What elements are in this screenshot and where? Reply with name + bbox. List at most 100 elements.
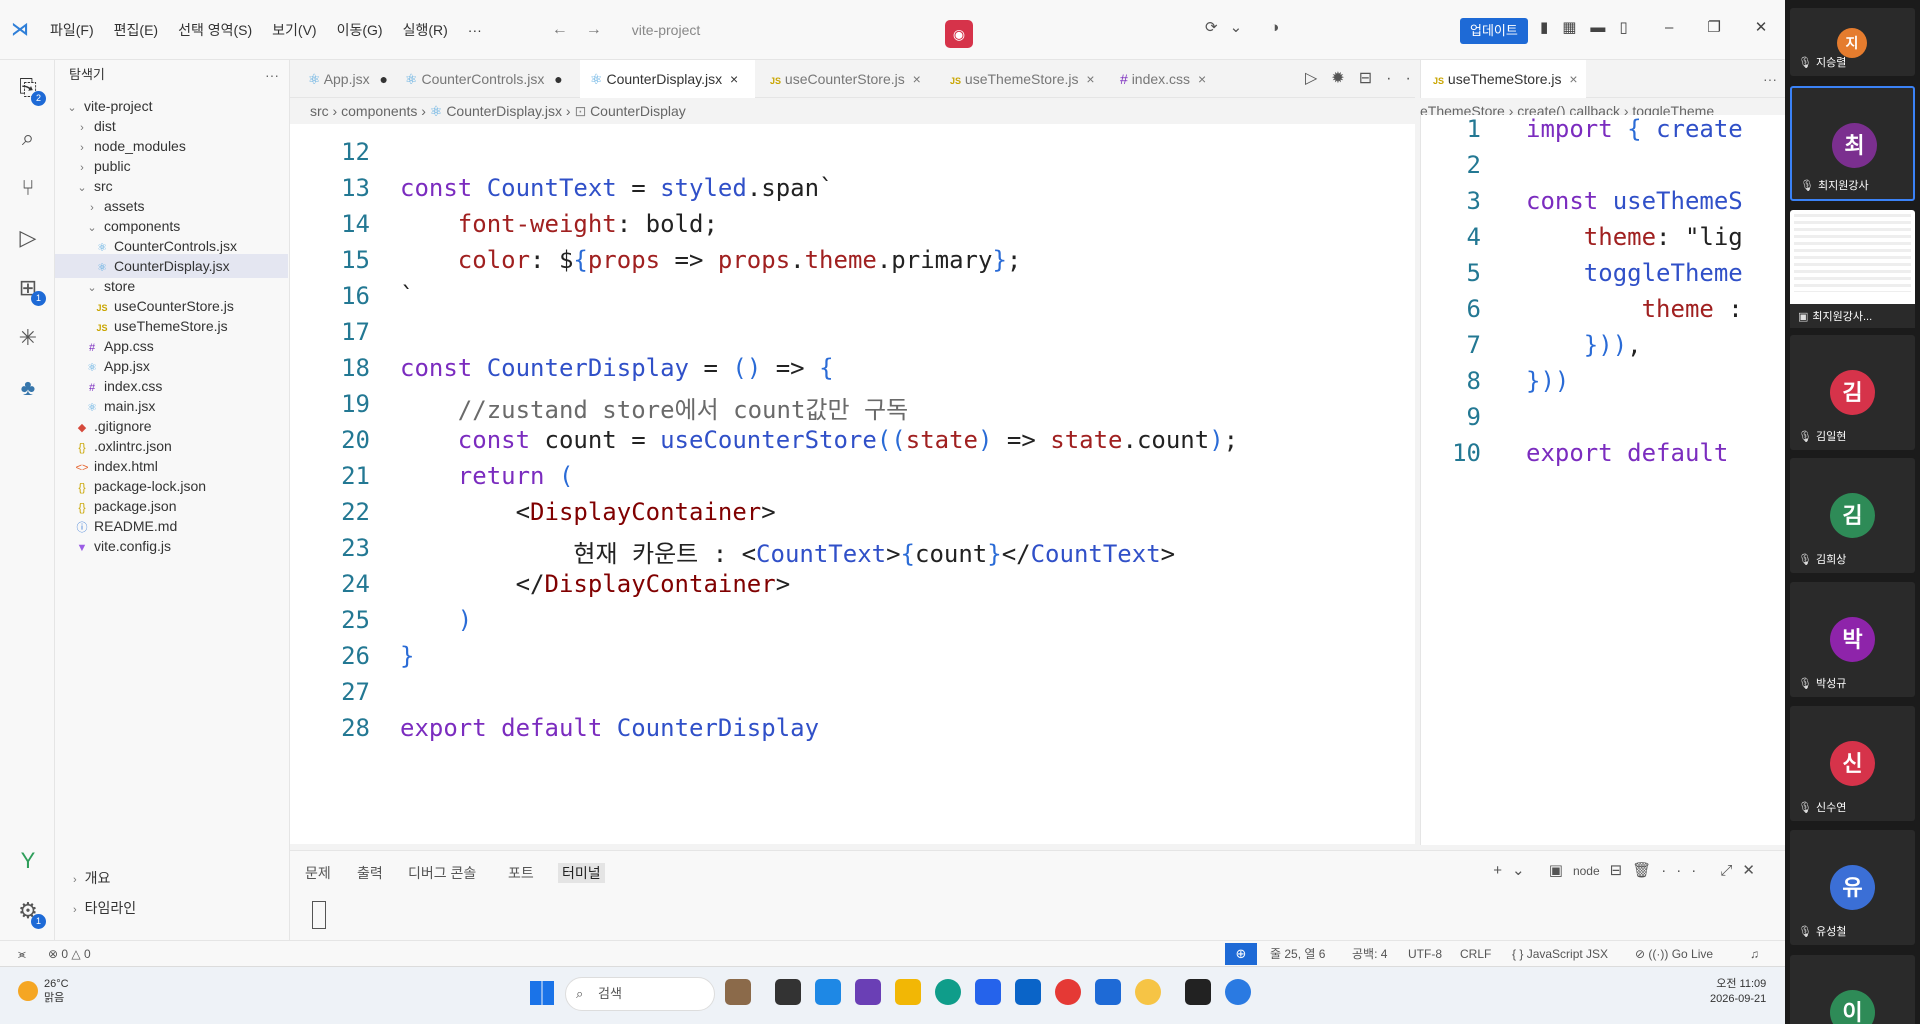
panel-tab-output[interactable]: 출력: [357, 863, 383, 883]
menu-run[interactable]: 실행(R): [393, 20, 458, 40]
code-line[interactable]: </DisplayContainer>: [400, 570, 791, 598]
tree-item[interactable]: ▼ vite.config.js: [55, 534, 288, 558]
taskbar-notion-icon[interactable]: [1185, 979, 1211, 1005]
breadcrumb-file[interactable]: CounterDisplay.jsx: [446, 103, 562, 119]
indentation[interactable]: 공백: 4: [1352, 941, 1387, 967]
participant-tile[interactable]: 신 🎙 신수연: [1790, 706, 1915, 821]
source-control-icon[interactable]: ⑂: [12, 172, 44, 204]
cursor-position[interactable]: 줄 25, 열 6: [1270, 941, 1325, 967]
code-line[interactable]: })): [1526, 367, 1569, 395]
code-line[interactable]: //zustand store에서 count값만 구독: [400, 390, 908, 425]
participant-tile[interactable]: 지 🎙 지승렬: [1790, 8, 1915, 76]
code-line[interactable]: ): [400, 606, 472, 634]
code-line[interactable]: toggleTheme: [1526, 259, 1743, 287]
participant-tile[interactable]: 최 🎙 최지원강사: [1790, 86, 1915, 201]
line-ending[interactable]: CRLF: [1460, 941, 1491, 967]
taskbar-search[interactable]: ⌕ 검색: [565, 977, 715, 1011]
taskbar-edge-icon[interactable]: [935, 979, 961, 1005]
participant-tile[interactable]: 유 🎙 유성철: [1790, 830, 1915, 945]
go-live[interactable]: ⊘ ((·)) Go Live: [1635, 941, 1713, 967]
menu-file[interactable]: 파일(F): [40, 20, 104, 40]
code-line[interactable]: color: ${props => props.theme.primary};: [400, 246, 1022, 274]
remote-icon[interactable]: ⪤: [18, 941, 26, 967]
menu-view[interactable]: 보기(V): [262, 20, 326, 40]
code-line[interactable]: font-weight: bold;: [400, 210, 718, 238]
participant-tile[interactable]: 김 🎙 김희상: [1790, 458, 1915, 573]
language-mode[interactable]: { } JavaScript JSX: [1512, 941, 1608, 967]
run-debug-icon[interactable]: ▷: [12, 222, 44, 254]
code-line[interactable]: theme: "lig: [1526, 223, 1743, 251]
taskbar-app-pin-icon[interactable]: [1225, 979, 1251, 1005]
code-line[interactable]: return (: [400, 462, 574, 490]
taskbar-chrome-icon[interactable]: [1055, 979, 1081, 1005]
taskbar-outlook-icon[interactable]: [1015, 979, 1041, 1005]
code-line[interactable]: const count = useCounterStore((state) =>…: [400, 426, 1238, 454]
code-line[interactable]: const CounterDisplay = () => {: [400, 354, 834, 382]
explorer-more-button[interactable]: ···: [265, 60, 279, 90]
panel-actions[interactable]: +⌄ ▣node ⊟🗑··· ⤢✕: [1493, 861, 1765, 879]
tab-right-usethemestore[interactable]: JS useThemeStore.js ×: [1421, 60, 1586, 98]
right-more-button[interactable]: ···: [1763, 60, 1777, 98]
settings-gear-icon[interactable]: ⚙ 1: [12, 895, 46, 929]
tab-app-jsx[interactable]: ⚛ App.jsx ●: [298, 60, 388, 98]
participant-tile[interactable]: 이: [1790, 955, 1915, 1024]
tab-index-css[interactable]: # index.css ×: [1110, 60, 1230, 98]
record-icon[interactable]: ◉: [945, 20, 973, 48]
weather-widget[interactable]: 26°C 맑음: [18, 977, 69, 1005]
taskbar-app-blue-icon[interactable]: [815, 979, 841, 1005]
code-line[interactable]: import { create: [1526, 115, 1743, 143]
code-line[interactable]: export default: [1526, 439, 1728, 467]
encoding[interactable]: UTF-8: [1408, 941, 1442, 967]
breadcrumb-symbol[interactable]: CounterDisplay: [590, 103, 686, 119]
command-center-search[interactable]: vite-project: [632, 22, 700, 38]
menu-edit[interactable]: 편집(E): [104, 20, 168, 40]
outline-section[interactable]: › 개요: [73, 868, 110, 888]
panel-tab-problems[interactable]: 문제: [305, 863, 331, 883]
explorer-icon[interactable]: ⎘ 2: [12, 72, 46, 106]
taskbar-taskview-icon[interactable]: [775, 979, 801, 1005]
taskbar-app-landscape-icon[interactable]: [725, 979, 751, 1005]
menu-go[interactable]: 이동(G): [327, 20, 393, 40]
menu-more[interactable]: ···: [458, 22, 492, 38]
code-line[interactable]: <DisplayContainer>: [400, 498, 776, 526]
code-line[interactable]: }: [400, 642, 414, 670]
tab-countercontrols-jsx[interactable]: ⚛ CounterControls.jsx ●: [395, 60, 575, 98]
terminal-cursor[interactable]: [312, 901, 326, 929]
taskbar-app-purple-icon[interactable]: [855, 979, 881, 1005]
tab-usethemestore-js[interactable]: JS useThemeStore.js ×: [940, 60, 1105, 98]
panel-tab-terminal[interactable]: 터미널: [558, 863, 605, 883]
gear-plugin-icon[interactable]: ✳: [12, 322, 44, 354]
panel-tab-ports[interactable]: 포트: [508, 863, 534, 883]
search-icon[interactable]: ⌕: [12, 122, 44, 154]
python-icon[interactable]: ♣: [12, 372, 44, 404]
code-line[interactable]: `: [400, 282, 414, 310]
windows-start-icon[interactable]: [530, 981, 554, 1005]
participant-tile[interactable]: 박 🎙 박성규: [1790, 582, 1915, 697]
code-editor[interactable]: 11 12 13 const CountText = styled.span` 14 f…: [290, 124, 1415, 844]
problems-indicator[interactable]: ⊗ 0 △ 0: [48, 941, 91, 967]
code-line[interactable]: export default CounterDisplay: [400, 714, 819, 742]
breadcrumb-components[interactable]: components: [341, 103, 417, 119]
code-line[interactable]: theme :: [1526, 295, 1743, 323]
code-line[interactable]: 현재 카운트 : <CountText>{count}</CountText>: [400, 534, 1175, 569]
code-line[interactable]: const useThemeS: [1526, 187, 1743, 215]
taskbar-vscode-icon[interactable]: [1095, 979, 1121, 1005]
extensions-icon[interactable]: ⊞ 1: [12, 272, 46, 306]
accounts-icon[interactable]: Y: [12, 845, 44, 877]
update-button[interactable]: 업데이트: [1460, 18, 1528, 44]
copilot-icons[interactable]: ⟳⌄ ◑: [1205, 18, 1291, 36]
code-line[interactable]: })),: [1526, 331, 1642, 359]
zoom-icon[interactable]: ⊕: [1225, 943, 1257, 965]
taskbar-explorer-icon[interactable]: [895, 979, 921, 1005]
participant-tile[interactable]: ▣ 최지원강사...: [1790, 210, 1915, 328]
taskbar-store-icon[interactable]: [975, 979, 1001, 1005]
timeline-section[interactable]: › 타임라인: [73, 898, 136, 918]
window-controls[interactable]: –❐✕: [1665, 18, 1801, 36]
panel-tab-debug-console[interactable]: 디버그 콘솔: [408, 863, 476, 883]
nav-arrows[interactable]: ←→: [552, 21, 620, 39]
right-code-editor[interactable]: 1 import { create 2 3 const useThemeS 4 theme…: [1420, 115, 1785, 845]
code-line[interactable]: const CountText = styled.span`: [400, 174, 834, 202]
menu-selection[interactable]: 선택 영역(S): [168, 20, 262, 40]
participant-tile[interactable]: 김 🎙 김일현: [1790, 335, 1915, 450]
taskbar-clock[interactable]: 오전 11:09 2026-09-21: [1710, 977, 1766, 1007]
